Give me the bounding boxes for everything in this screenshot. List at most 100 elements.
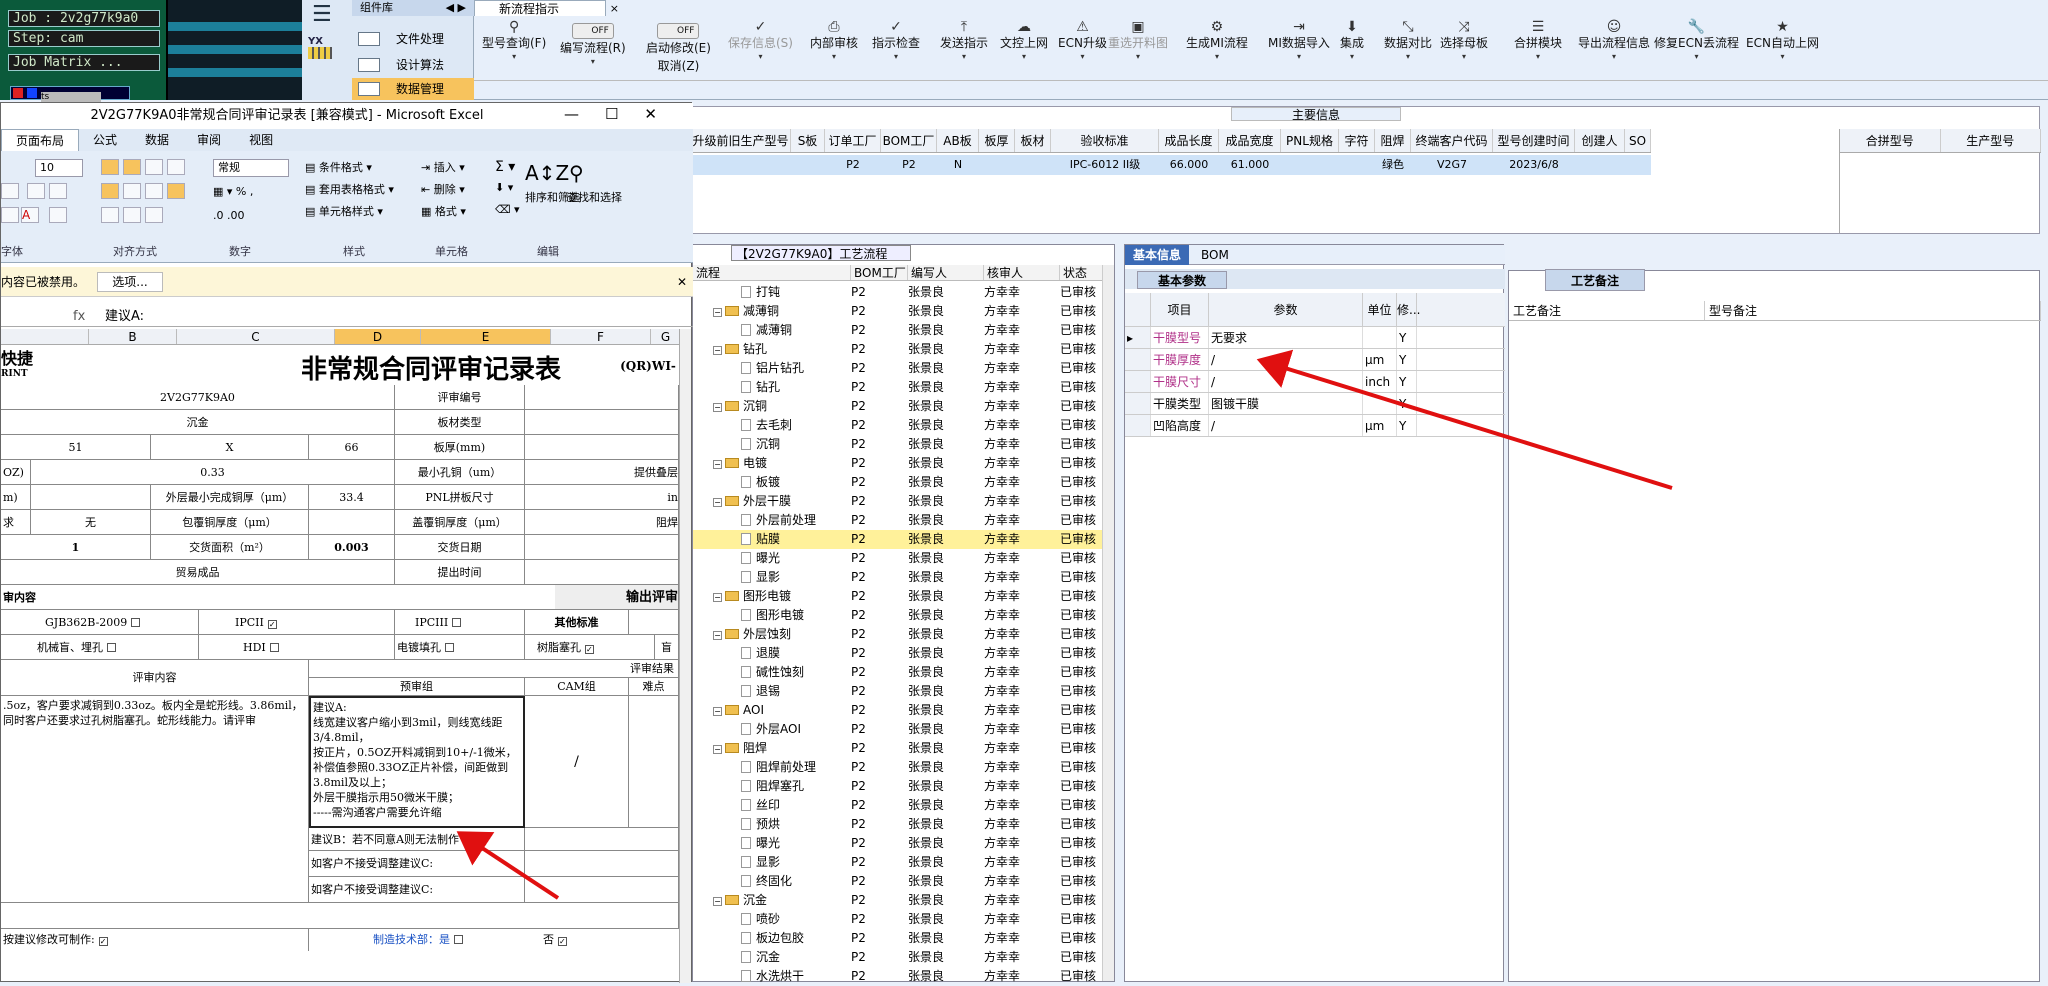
collapse-icon[interactable]: −: [713, 745, 722, 754]
decimal-icon[interactable]: .0 .00: [213, 209, 245, 222]
checkbox-tech-yes[interactable]: [454, 935, 463, 944]
ribbon-button-4[interactable]: ⎙ 内部审核 ▾: [810, 20, 858, 62]
ribbon-button-10[interactable]: ⚙ 生成MI流程 ▾: [1186, 20, 1248, 62]
cell-submit[interactable]: 提出时间: [395, 560, 525, 585]
process-row[interactable]: 板镀 P2 张景良 方幸幸 已审核: [693, 473, 1103, 492]
minimize-icon[interactable]: —: [564, 105, 605, 123]
main-info-cell[interactable]: P2: [825, 155, 881, 175]
process-row[interactable]: 阻焊塞孔 P2 张景良 方幸幸 已审核: [693, 777, 1103, 796]
process-row[interactable]: 预烘 P2 张景良 方幸幸 已审核: [693, 815, 1103, 834]
basic-param-item[interactable]: 干膜厚度: [1151, 349, 1209, 370]
cell-no[interactable]: 否 ✓: [541, 929, 601, 951]
checkbox-plate-fill[interactable]: [445, 643, 454, 652]
col-e[interactable]: E: [421, 329, 551, 344]
chevron-down-icon[interactable]: ▾: [1440, 52, 1488, 62]
wrap-text-icon[interactable]: [145, 207, 163, 223]
tab-view[interactable]: 视图: [235, 129, 287, 151]
cell-none[interactable]: 无: [31, 510, 151, 535]
col-d[interactable]: D: [335, 329, 421, 344]
process-row[interactable]: 喷砂 P2 张景良 方幸幸 已审核: [693, 910, 1103, 929]
process-row[interactable]: 沉铜 P2 张景良 方幸幸 已审核: [693, 435, 1103, 454]
cell-output[interactable]: 输出评审: [555, 585, 679, 610]
cell-content-text[interactable]: .5oz，客户要求减铜到0.33oz。板内全是蛇形线。3.86mil，同时客户还…: [1, 696, 309, 851]
ribbon-button-1[interactable]: OFF 编写流程(R) ▾: [560, 20, 626, 67]
chevron-down-icon[interactable]: ▾: [1186, 52, 1248, 62]
cell-mech[interactable]: 机械盲、埋孔: [1, 635, 199, 660]
cell-oz-val[interactable]: 0.33: [31, 460, 395, 485]
font-size-select[interactable]: 10: [35, 159, 83, 177]
cell-diff[interactable]: 难点: [629, 678, 679, 696]
ribbon-button-16[interactable]: ☺ 导出流程信息 ▾: [1578, 20, 1650, 62]
chevron-down-icon[interactable]: ▾: [1340, 52, 1364, 62]
main-info-cell[interactable]: [1575, 155, 1625, 175]
cell-hdi[interactable]: HDI: [199, 635, 395, 660]
cell-std3[interactable]: IPCIII: [395, 610, 525, 635]
checkbox-ipciii[interactable]: [452, 618, 462, 627]
cell-solder-r[interactable]: 阻焊: [525, 510, 679, 535]
cell-style-button[interactable]: ▤ 单元格样式 ▾: [305, 203, 383, 219]
main-info-col-header[interactable]: 创建人: [1575, 129, 1625, 152]
cell-suggest-c2[interactable]: 如客户不接受调整建议C:: [309, 877, 525, 903]
basic-param-mod[interactable]: Y: [1397, 327, 1417, 348]
basic-param-row[interactable]: 干膜类型 图镀干膜 Y: [1125, 393, 1505, 415]
basic-param-mod[interactable]: Y: [1397, 415, 1417, 436]
col-c[interactable]: C: [177, 329, 335, 344]
cell-oz-label[interactable]: OZ): [1, 460, 31, 485]
cell-dim-b[interactable]: 66: [309, 435, 395, 460]
main-info-col-header[interactable]: 验收标准: [1051, 129, 1159, 152]
cell-review-no[interactable]: 评审编号: [395, 385, 525, 410]
collapse-icon[interactable]: −: [713, 631, 722, 640]
checkbox-mech[interactable]: [107, 643, 116, 652]
basic-param-unit[interactable]: μm: [1363, 349, 1397, 370]
main-info-cell[interactable]: [791, 155, 825, 175]
basic-param-item[interactable]: 干膜类型: [1151, 393, 1209, 414]
process-row[interactable]: 退锡 P2 张景良 方幸幸 已审核: [693, 682, 1103, 701]
ribbon-button-7[interactable]: ☁ 文控上网 ▾: [1000, 20, 1048, 62]
close-icon[interactable]: ✕: [644, 105, 683, 123]
basic-param-value[interactable]: 图镀干膜: [1209, 393, 1363, 414]
cell-review-result[interactable]: 评审结果: [309, 660, 679, 678]
cell-review-hdr[interactable]: 审内容: [1, 585, 555, 610]
ribbon-button-13[interactable]: ⤡ 数据对比 ▾: [1384, 20, 1432, 62]
chevron-down-icon[interactable]: ▾: [810, 52, 858, 62]
process-row[interactable]: − 外层干膜 P2 张景良 方幸幸 已审核: [693, 492, 1103, 511]
process-col-header[interactable]: 编写人: [908, 265, 984, 280]
cell-surface[interactable]: 沉金: [1, 410, 395, 435]
chevron-down-icon[interactable]: ▾: [1058, 52, 1107, 62]
tab-new-process[interactable]: 新流程指示 ×: [474, 0, 619, 16]
window-controls[interactable]: —☐✕: [564, 105, 683, 123]
ribbon-button-17[interactable]: 🔧 修复ECN丢流程 ▾: [1654, 20, 1739, 62]
ribbon-button-18[interactable]: ★ ECN自动上网 ▾: [1746, 20, 1819, 62]
ribbon-button-3[interactable]: ✓ 保存信息(S) ▾: [728, 20, 793, 62]
cell-qty[interactable]: 1: [1, 535, 151, 560]
options-button[interactable]: 选项...: [97, 272, 163, 292]
process-row[interactable]: 水洗烘干 P2 张景良 方幸幸 已审核: [693, 967, 1103, 986]
main-info-col-header[interactable]: 板材: [1015, 129, 1051, 152]
chevron-down-icon[interactable]: ▾: [1578, 52, 1650, 62]
tab-formulas[interactable]: 公式: [79, 129, 131, 151]
chevron-down-icon[interactable]: ▾: [560, 57, 626, 67]
process-row[interactable]: 碱性蚀刻 P2 张景良 方幸幸 已审核: [693, 663, 1103, 682]
main-info-row[interactable]: P2 P2 N IPC-6012 II级 66.000 61.000 绿色 V2G7 2023/…: [691, 155, 1651, 175]
cell-trade[interactable]: 贸易成品: [1, 560, 395, 585]
tab-basic-info[interactable]: 基本信息: [1125, 245, 1189, 265]
fx-icon[interactable]: fx: [73, 307, 85, 327]
process-row[interactable]: − AOI P2 张景良 方幸幸 已审核: [693, 701, 1103, 720]
shrink-font-icon[interactable]: [49, 183, 67, 199]
process-row[interactable]: 沉金 P2 张景良 方幸幸 已审核: [693, 948, 1103, 967]
ribbon-button-11[interactable]: ⇥ MI数据导入 ▾: [1268, 20, 1330, 62]
cell-thickness[interactable]: 板厚(mm): [395, 435, 525, 460]
ribbon-button-6[interactable]: ⤒ 发送指示 ▾: [940, 20, 988, 62]
process-col-header[interactable]: 状态: [1060, 265, 1103, 280]
cell-std1[interactable]: GJB362B-2009: [1, 610, 199, 635]
basic-param-unit[interactable]: [1363, 393, 1397, 414]
process-row[interactable]: 退膜 P2 张景良 方幸幸 已审核: [693, 644, 1103, 663]
ribbon-button-14[interactable]: ⤨ 选择母板 ▾: [1440, 20, 1488, 62]
table-format-button[interactable]: ▤ 套用表格格式 ▾: [305, 181, 394, 197]
cell-um-label[interactable]: m): [1, 485, 31, 510]
process-row[interactable]: 曝光 P2 张景良 方幸幸 已审核: [693, 834, 1103, 853]
checkbox-gjb[interactable]: [131, 618, 141, 627]
process-row[interactable]: − 外层蚀刻 P2 张景良 方幸幸 已审核: [693, 625, 1103, 644]
conditional-format-button[interactable]: ▤ 条件格式 ▾: [305, 159, 372, 175]
nav-file-processing[interactable]: 文件处理: [352, 28, 474, 50]
